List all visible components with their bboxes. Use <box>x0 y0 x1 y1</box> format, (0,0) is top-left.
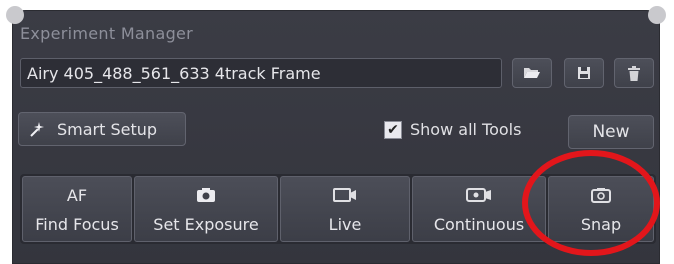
experiment-manager-panel: Experiment Manager Airy 405_488_561_633 … <box>6 6 666 264</box>
smart-setup-label: Smart Setup <box>57 119 158 139</box>
continuous-video-icon <box>466 188 491 202</box>
live-button[interactable]: Live <box>280 176 410 242</box>
new-button[interactable]: New <box>568 115 654 149</box>
corner-left-knob <box>6 6 24 24</box>
camera-icon <box>197 188 215 202</box>
find-focus-button[interactable]: AF Find Focus <box>22 176 132 242</box>
trash-icon <box>628 65 640 81</box>
acquisition-actions: AF Find Focus Set Exposure Live Continuo… <box>20 174 656 244</box>
af-label: AF <box>66 185 88 205</box>
experiment-select[interactable]: Airy 405_488_561_633 4track Frame <box>20 58 502 88</box>
find-focus-label: Find Focus <box>35 215 119 234</box>
show-all-tools-checkbox[interactable]: ✔ <box>384 120 402 139</box>
show-all-tools-toggle[interactable]: ✔ Show all Tools <box>384 120 521 139</box>
set-exposure-label: Set Exposure <box>153 215 259 234</box>
smart-setup-button[interactable]: Smart Setup <box>18 112 186 146</box>
continuous-label: Continuous <box>433 215 525 234</box>
floppy-save-icon <box>578 67 590 79</box>
camera-icon <box>591 188 611 203</box>
video-icon <box>333 188 356 202</box>
set-exposure-button[interactable]: Set Exposure <box>134 176 278 242</box>
snap-label: Snap <box>580 215 622 234</box>
delete-button[interactable] <box>614 58 654 88</box>
save-button[interactable] <box>564 58 604 88</box>
corner-right-knob <box>648 6 666 24</box>
open-button[interactable] <box>512 58 552 88</box>
snap-button[interactable]: Snap <box>548 176 654 242</box>
live-label: Live <box>328 215 362 234</box>
show-all-tools-label: Show all Tools <box>410 120 522 139</box>
panel-title: Experiment Manager <box>20 24 194 43</box>
folder-open-icon <box>524 68 540 78</box>
continuous-button[interactable]: Continuous <box>412 176 546 242</box>
magic-wand-icon <box>30 122 44 137</box>
